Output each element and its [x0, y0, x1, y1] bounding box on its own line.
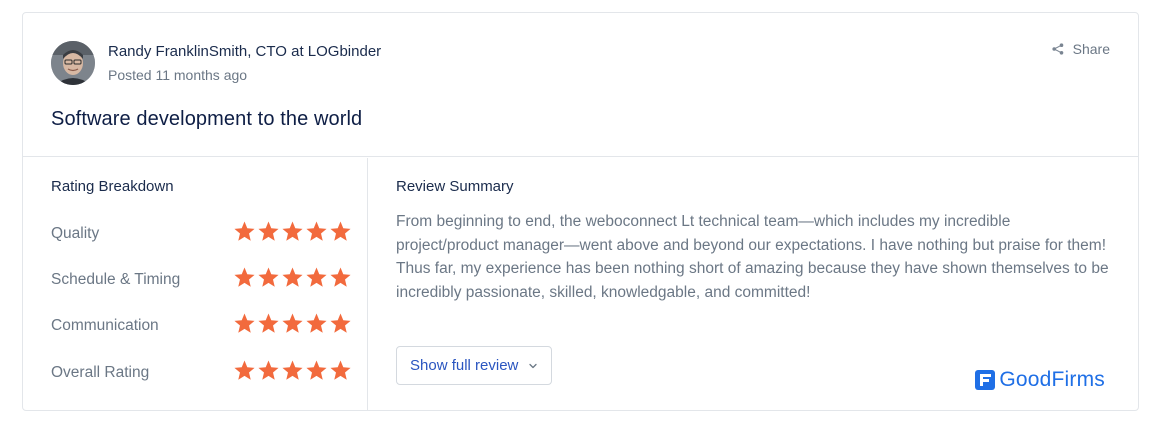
star-icon	[282, 221, 303, 241]
star-icon	[330, 360, 351, 380]
star-icon	[234, 267, 255, 287]
star-icon	[330, 221, 351, 241]
chevron-down-icon	[529, 363, 538, 368]
author-name: Randy FranklinSmith, CTO at LOGbinder	[108, 43, 382, 60]
review-header: Randy FranklinSmith, CTO at LOGbinder Po…	[23, 13, 1138, 157]
rating-label: Communication	[51, 317, 159, 334]
goodfirms-brand: GoodFirms	[975, 368, 1105, 392]
rating-row-quality: Quality	[51, 218, 351, 248]
star-icon	[306, 313, 327, 333]
posted-time: Posted 11 months ago	[108, 67, 248, 83]
review-summary-heading: Review Summary	[396, 178, 514, 195]
star-rating	[233, 220, 352, 243]
star-icon	[282, 267, 303, 287]
star-icon	[282, 313, 303, 333]
rating-label: Quality	[51, 225, 100, 242]
author-avatar	[51, 41, 95, 85]
review-summary-text: From beginning to end, the weboconnect L…	[396, 213, 1109, 301]
share-button[interactable]: Share	[1052, 41, 1110, 57]
avatar-image	[51, 41, 95, 85]
star-icon	[330, 313, 351, 333]
star-rating	[233, 359, 352, 382]
star-rating	[233, 312, 352, 335]
star-icon	[258, 267, 279, 287]
show-full-review-button[interactable]: Show full review	[396, 346, 553, 385]
star-rating	[233, 266, 352, 289]
rating-breakdown-heading: Rating Breakdown	[51, 178, 174, 195]
review-summary: Review Summary From beginning to end, th…	[369, 158, 1139, 411]
star-icon	[306, 360, 327, 380]
goodfirms-logo-icon	[975, 370, 996, 390]
share-label: Share	[1072, 41, 1110, 57]
star-icon	[234, 313, 255, 333]
rating-row-schedule-timing: Schedule & Timing	[51, 264, 351, 294]
star-icon	[282, 360, 303, 380]
star-icon	[234, 360, 255, 380]
review-title: Software development to the world	[51, 108, 363, 130]
review-card: Randy FranklinSmith, CTO at LOGbinder Po…	[22, 12, 1139, 411]
goodfirms-brand-name: GoodFirms	[999, 368, 1105, 391]
star-icon	[306, 221, 327, 241]
share-icon	[1052, 43, 1063, 55]
star-icon	[234, 221, 255, 241]
rating-row-overall: Overall Rating	[51, 357, 351, 387]
star-icon	[258, 360, 279, 380]
star-icon	[258, 221, 279, 241]
rating-label: Schedule & Timing	[51, 271, 181, 288]
star-icon	[330, 267, 351, 287]
rating-label: Overall Rating	[51, 364, 150, 381]
rating-breakdown: Rating Breakdown Quality Schedule & Timi…	[23, 158, 368, 411]
show-full-review-label: Show full review	[410, 357, 519, 374]
star-icon	[306, 267, 327, 287]
rating-row-communication: Communication	[51, 310, 351, 340]
star-icon	[258, 313, 279, 333]
